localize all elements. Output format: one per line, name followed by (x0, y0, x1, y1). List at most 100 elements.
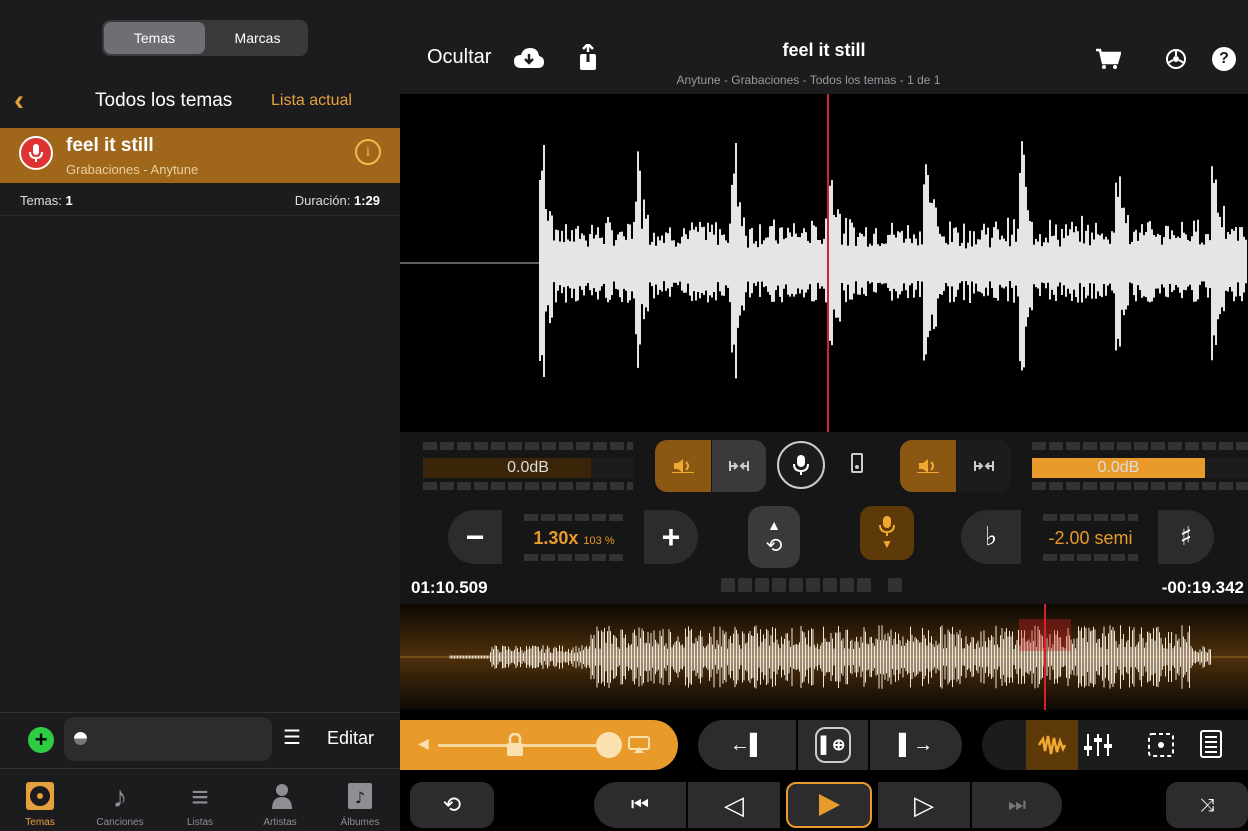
marker-plus-icon: ▌⊕ (815, 727, 851, 763)
loop-icon: ⟲ (765, 534, 783, 557)
sharp-button[interactable]: ♯ (1158, 510, 1214, 564)
notes-icon[interactable] (1200, 730, 1222, 758)
tab-artistas[interactable]: Artistas (240, 769, 320, 831)
overview-waveform[interactable] (400, 604, 1248, 710)
tab-albumes[interactable]: ♪ Álbumes (320, 769, 400, 831)
total-duration: Duración: 1:29 (294, 193, 380, 208)
waveform-view[interactable] (400, 94, 1248, 432)
song-title: feel it still (66, 135, 154, 156)
segment-marcas[interactable]: Marcas (207, 20, 308, 56)
sort-icon[interactable]: ☰ (283, 725, 301, 750)
cart-icon[interactable] (1095, 48, 1121, 70)
triangle-up-icon: ▲ (767, 516, 781, 533)
library-tabbar: Temas ♪ Canciones ≡ Listas Artistas ♪ Ál… (0, 768, 400, 831)
tab-label: Canciones (96, 817, 144, 828)
mini-toolbar-icons (721, 578, 941, 594)
microphone-icon (879, 516, 895, 536)
lock-icon[interactable] (506, 733, 524, 757)
split-icon (729, 461, 749, 471)
left-level-meter[interactable]: 0.0dB (423, 442, 633, 490)
volume-icon: ◀ (418, 735, 429, 751)
library-toolbar: + ☰ Editar (0, 712, 400, 764)
tab-label: Temas (25, 817, 55, 828)
back-chevron-icon[interactable]: ‹ (14, 84, 24, 118)
tab-label: Listas (186, 817, 214, 828)
tab-canciones[interactable]: ♪ Canciones (80, 769, 160, 831)
gear-icon[interactable] (1164, 47, 1188, 71)
disc-icon (25, 781, 55, 817)
tab-label: Artistas (263, 817, 297, 828)
album-icon: ♪ (345, 781, 375, 817)
mic-mode-button[interactable]: ▼ (860, 506, 914, 560)
mixer-icon[interactable] (1083, 732, 1113, 758)
player-panel: Ocultar feel it still Anytune - Grabacio… (400, 0, 1248, 831)
speed-value: 1.30x (533, 528, 579, 548)
tab-listas[interactable]: ≡ Listas (160, 769, 240, 831)
library-navbar: ‹ Todos los temas Lista actual (0, 80, 400, 122)
speaker-icon (672, 459, 694, 473)
filter-icon (74, 732, 87, 745)
skip-back-button[interactable]: ⏮ (594, 782, 686, 828)
waveform-view-button[interactable] (1026, 720, 1078, 770)
pitch-display[interactable]: -2.00 semi (1023, 510, 1158, 564)
speaker-icon (917, 459, 939, 473)
loop-toggle-button[interactable]: ⟲ (410, 782, 494, 828)
current-list-link[interactable]: Lista actual (271, 92, 352, 110)
split-right-button[interactable] (957, 440, 1011, 492)
step-forward-button[interactable]: ▷ (878, 782, 970, 828)
waveform-icon (1037, 735, 1067, 755)
volume-knob[interactable] (596, 732, 622, 758)
transport-row-2: ⟲ ⏮ ◁ ▷ ⏭ ⤨ (400, 770, 1248, 831)
speaker-right-button[interactable] (900, 440, 956, 492)
tab-temas[interactable]: Temas (0, 769, 80, 831)
play-button[interactable] (786, 782, 872, 828)
speaker-left-button[interactable] (655, 440, 711, 492)
transport-row-1: ◀ ←▌ ▌⊕ ▌→ (400, 710, 1248, 770)
triangle-down-icon: ▼ (881, 537, 893, 551)
shuffle-button[interactable]: ⤨ (1166, 782, 1248, 828)
step-back-button[interactable]: ◁ (688, 782, 780, 828)
right-level-meter[interactable]: 0.0dB (1032, 442, 1248, 490)
record-button[interactable] (777, 441, 825, 489)
tab-label: Álbumes (340, 817, 380, 828)
svg-text:♪: ♪ (355, 788, 365, 807)
split-icon (974, 461, 994, 471)
add-marker-button[interactable]: ▌⊕ (798, 720, 868, 770)
edit-button[interactable]: Editar (327, 728, 374, 749)
song-list-item[interactable]: feel it still Grabaciones - Anytune i (0, 128, 400, 183)
set-loop-end-button[interactable]: ▌→ (870, 720, 962, 770)
control-panel: 0.0dB 0.0dB − 1.30x 103 % + ▲ ⟲ ▼ ♭ -2.0… (400, 432, 1248, 604)
microphone-icon (793, 455, 809, 475)
flat-button[interactable]: ♭ (961, 510, 1021, 564)
marker-grid-icon[interactable] (1147, 732, 1175, 758)
volume-slider[interactable]: ◀ (400, 720, 678, 770)
speed-decrease-button[interactable]: − (448, 510, 502, 564)
skip-forward-button[interactable]: ⏭ (972, 782, 1062, 828)
airplay-icon[interactable] (628, 736, 650, 754)
loop-up-button[interactable]: ▲ ⟲ (748, 506, 800, 568)
microphone-icon (19, 136, 53, 170)
speed-increase-button[interactable]: + (644, 510, 698, 564)
page-title: Todos los temas (95, 90, 233, 111)
split-left-button[interactable] (712, 440, 766, 492)
pitch-value: -2.00 semi (1048, 528, 1133, 548)
device-icon[interactable] (851, 453, 863, 473)
waveform-shape (539, 141, 1247, 379)
song-count: Temas: 1 (20, 193, 73, 208)
note-icon: ♪ (112, 781, 128, 814)
player-header: Ocultar feel it still Anytune - Grabacio… (400, 0, 1248, 94)
speed-display[interactable]: 1.30x 103 % (504, 510, 644, 564)
library-segment-control: Temas Marcas (102, 20, 308, 56)
info-icon[interactable]: i (355, 139, 381, 165)
library-panel: Temas Marcas ‹ Todos los temas Lista act… (0, 0, 400, 831)
help-icon[interactable]: ? (1212, 47, 1236, 71)
set-loop-start-button[interactable]: ←▌ (698, 720, 796, 770)
remaining-time: -00:19.342 (1161, 578, 1244, 597)
segment-temas[interactable]: Temas (104, 22, 205, 54)
track-path: Anytune - Grabaciones - Todos los temas … (676, 73, 941, 87)
add-button[interactable]: + (28, 727, 54, 753)
song-subtitle: Grabaciones - Anytune (66, 162, 199, 177)
elapsed-time: 01:10.509 (411, 578, 488, 597)
list-stats: Temas: 1 Duración: 1:29 (0, 188, 400, 216)
filter-input[interactable] (64, 717, 272, 761)
